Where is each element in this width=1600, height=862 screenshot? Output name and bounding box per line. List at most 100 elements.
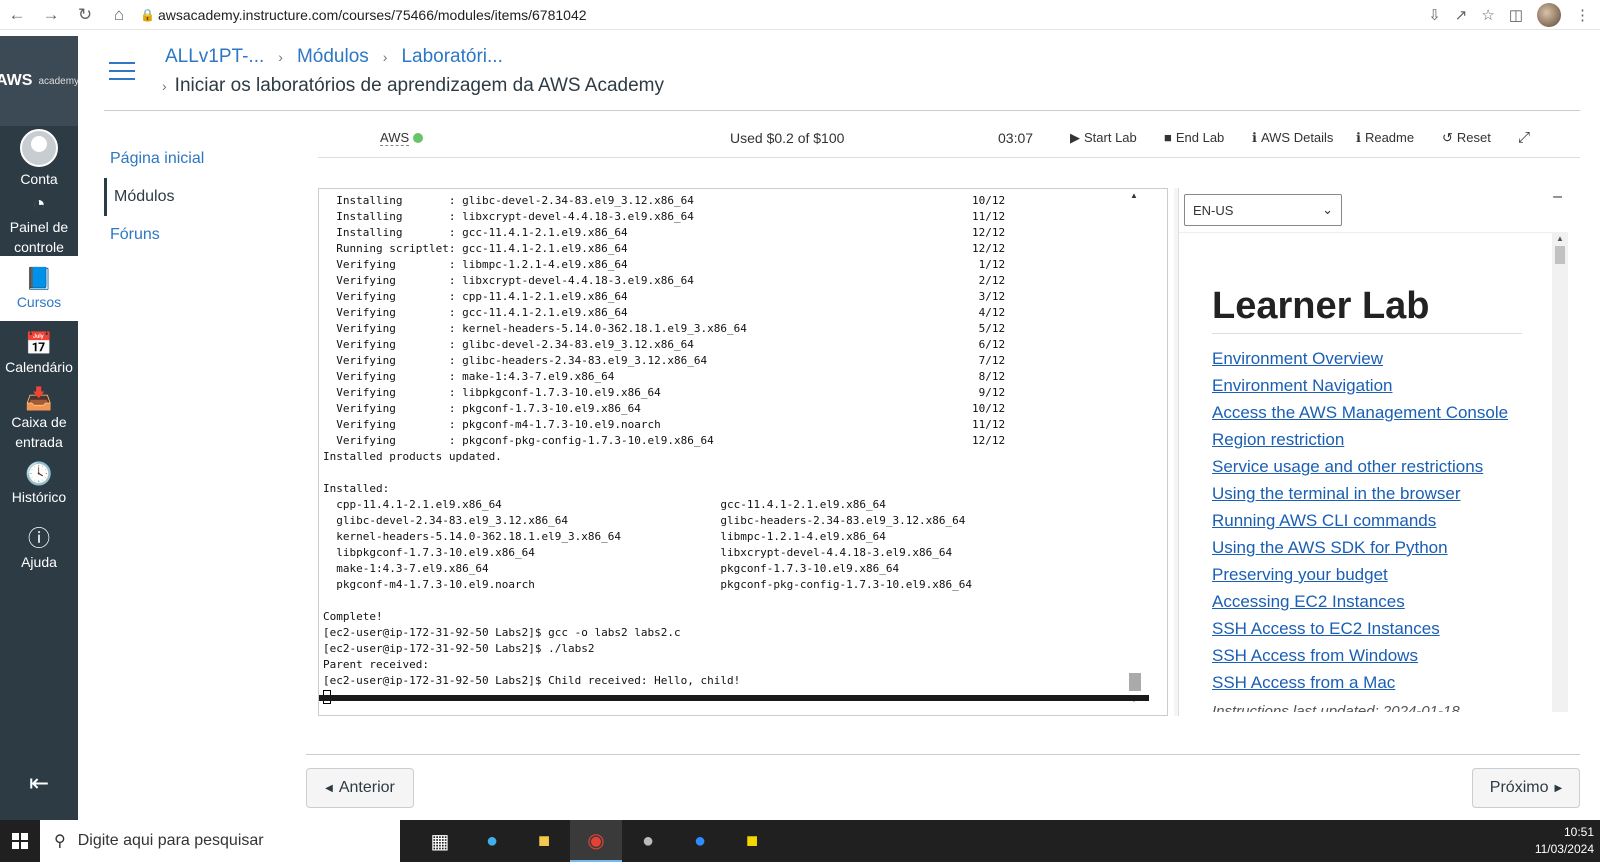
terminal-line: Parent received:	[323, 658, 429, 671]
terminal-line: Installed:	[323, 482, 390, 495]
next-button[interactable]: Próximo ▶	[1472, 768, 1580, 808]
breadcrumb-lab[interactable]: Laboratóri...	[401, 46, 502, 68]
terminal-line: Verifying : pkgconf-1.7.3-10.el9.x86_64 …	[323, 402, 1006, 415]
readme-button[interactable]: ℹ Readme	[1356, 130, 1414, 146]
taskbar-search[interactable]: ⚲ Digite aqui para pesquisar	[40, 820, 400, 862]
readme-link[interactable]: Environment Navigation	[1212, 372, 1508, 399]
session-timer: 03:07	[998, 129, 1034, 146]
logo-subtext: academy	[38, 75, 78, 87]
app-icon[interactable]: ●	[622, 820, 674, 862]
divider	[104, 110, 1580, 111]
terminal-horizontal-scrollbar[interactable]	[319, 695, 1149, 701]
forward-icon[interactable]: →	[34, 0, 68, 30]
reset-button[interactable]: ↺ Reset	[1442, 130, 1491, 146]
scroll-up-icon[interactable]: ▲	[1556, 234, 1564, 243]
calendar-icon: 📅	[25, 330, 53, 356]
home-icon[interactable]: ⌂	[102, 0, 136, 30]
nav-label: Histórico	[11, 488, 67, 505]
nav-label: Ajuda	[21, 553, 57, 570]
nav-courses[interactable]: 📘 Cursos	[0, 256, 78, 321]
readme-link[interactable]: Service usage and other restrictions	[1212, 453, 1508, 480]
start-lab-button[interactable]: ▶ Start Lab	[1070, 130, 1137, 146]
readme-link[interactable]: SSH Access to EC2 Instances	[1212, 615, 1508, 642]
profile-avatar[interactable]	[1537, 3, 1561, 27]
readme-link[interactable]: SSH Access from Windows	[1212, 642, 1508, 669]
readme-content: Learner Lab Environment Overview Environm…	[1179, 232, 1563, 712]
readme-link[interactable]: Access the AWS Management Console	[1212, 399, 1508, 426]
readme-link[interactable]: Using the AWS SDK for Python	[1212, 534, 1508, 561]
course-nav-modules[interactable]: Módulos	[104, 178, 284, 216]
previous-button[interactable]: ◀ Anterior	[306, 768, 414, 808]
aws-academy-logo[interactable]: AWS academy	[0, 36, 78, 126]
readme-link[interactable]: Running AWS CLI commands	[1212, 507, 1508, 534]
terminal-scrollbar[interactable]: ▲ ▼	[1127, 189, 1143, 709]
language-value: EN-US	[1193, 202, 1234, 218]
readme-links: Environment Overview Environment Navigati…	[1212, 345, 1508, 696]
zoom-icon[interactable]: ●	[674, 820, 726, 862]
hamburger-menu-icon[interactable]	[109, 62, 135, 86]
edge-icon[interactable]: ●	[466, 820, 518, 862]
readme-link[interactable]: Preserving your budget	[1212, 561, 1508, 588]
share-icon[interactable]: ↗	[1455, 6, 1468, 24]
course-nav-forums[interactable]: Fóruns	[104, 216, 284, 254]
terminal-line: Verifying : pkgconf-pkg-config-1.7.3-10.…	[323, 434, 1006, 447]
readme-link[interactable]: SSH Access from a Mac	[1212, 669, 1508, 696]
readme-scrollbar[interactable]: ▲	[1552, 232, 1568, 712]
sticky-notes-icon[interactable]: ■	[726, 820, 778, 862]
terminal-line: Verifying : libxcrypt-devel-4.4.18-3.el9…	[323, 274, 1006, 287]
caret-right-icon: ▶	[1554, 782, 1563, 794]
breadcrumb-course[interactable]: ALLv1PT-...	[165, 46, 264, 68]
side-panel-icon[interactable]: ◫	[1509, 6, 1523, 24]
start-button[interactable]	[0, 820, 40, 862]
breadcrumb-modules[interactable]: Módulos	[297, 46, 369, 68]
readme-link[interactable]: Region restriction	[1212, 426, 1508, 453]
file-explorer-icon[interactable]: ■	[518, 820, 570, 862]
chevron-right-icon: ›	[278, 49, 283, 65]
terminal-line: Verifying : glibc-headers-2.34-83.el9_3.…	[323, 354, 1006, 367]
readme-link[interactable]: Accessing EC2 Instances	[1212, 588, 1508, 615]
system-clock[interactable]: 10:51 11/03/2024	[1535, 824, 1594, 858]
nav-label: Painel de controle	[9, 218, 69, 255]
nav-calendar[interactable]: 📅 Calendário	[0, 321, 78, 386]
menu-kebab-icon[interactable]: ⋮	[1575, 6, 1590, 24]
task-view-icon[interactable]: ▦	[414, 820, 466, 862]
fullscreen-icon[interactable]: ⤢	[1518, 129, 1530, 146]
scroll-thumb[interactable]	[1129, 673, 1141, 691]
dashboard-gauge-icon: ◔	[32, 190, 46, 216]
bookmark-star-icon[interactable]: ☆	[1481, 6, 1494, 24]
terminal-line: Verifying : cpp-11.4.1-2.1.el9.x86_64 3/…	[323, 290, 1006, 303]
browser-toolbar: ← → ↻ ⌂ 🔒 awsacademy.instructure.com/cou…	[0, 0, 1600, 30]
scroll-up-icon[interactable]: ▲	[1130, 191, 1138, 200]
nav-help[interactable]: ⓘ Ajuda	[0, 516, 78, 581]
readme-link[interactable]: Environment Overview	[1212, 345, 1508, 372]
course-nav: Página inicial Módulos Fóruns	[104, 140, 284, 254]
nav-inbox[interactable]: 📥 Caixa de entrada	[0, 386, 78, 451]
reset-icon: ↺	[1442, 129, 1453, 145]
end-lab-button[interactable]: ■ End Lab	[1164, 130, 1224, 145]
install-icon[interactable]: ⇩	[1428, 6, 1441, 24]
nav-history[interactable]: 🕓 Histórico	[0, 451, 78, 516]
aws-details-button[interactable]: ℹ AWS Details	[1252, 130, 1333, 146]
terminal-line: Installing : libxcrypt-devel-4.4.18-3.el…	[323, 210, 1006, 223]
chrome-icon[interactable]: ◉	[570, 820, 622, 862]
course-nav-home[interactable]: Página inicial	[104, 140, 284, 178]
divider	[306, 754, 1580, 755]
terminal[interactable]: Installing : glibc-devel-2.34-83.el9_3.1…	[318, 188, 1168, 716]
reload-icon[interactable]: ↻	[68, 0, 102, 30]
readme-link[interactable]: Using the terminal in the browser	[1212, 480, 1508, 507]
nav-account[interactable]: Conta	[0, 126, 78, 191]
back-icon[interactable]: ←	[0, 0, 34, 30]
book-icon: 📘	[25, 265, 53, 291]
scroll-thumb[interactable]	[1555, 246, 1565, 264]
minimize-icon[interactable]: –	[1553, 188, 1562, 206]
language-select[interactable]: EN-US ⌄	[1184, 194, 1342, 226]
collapse-nav-icon[interactable]: ⇤	[0, 769, 78, 798]
nav-dashboard[interactable]: ◔ Painel de controle	[0, 191, 78, 256]
address-bar[interactable]: 🔒 awsacademy.instructure.com/courses/754…	[140, 2, 1360, 28]
aws-console-link[interactable]: AWS	[380, 130, 424, 146]
help-question-icon: ⓘ	[27, 525, 50, 551]
terminal-line: kernel-headers-5.14.0-362.18.1.el9_3.x86…	[323, 530, 886, 543]
info-icon: ℹ	[1356, 129, 1361, 145]
next-label: Próximo	[1489, 779, 1549, 796]
terminal-line: Installing : gcc-11.4.1-2.1.el9.x86_64 1…	[323, 226, 1006, 239]
